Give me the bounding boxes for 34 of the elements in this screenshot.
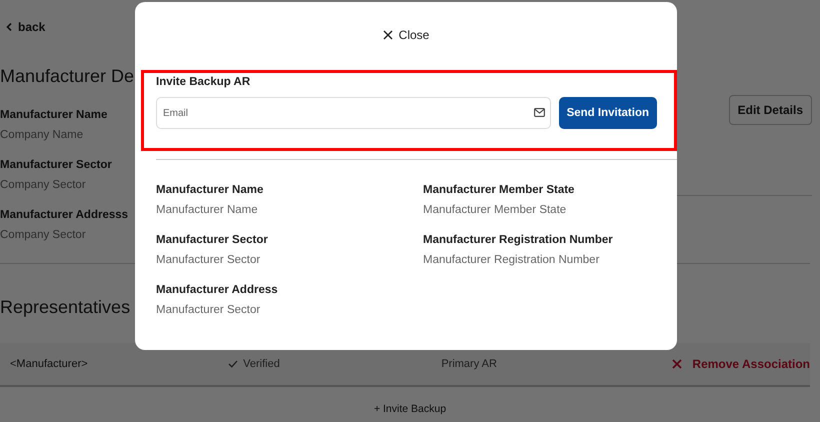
field-value: Company Name [0,129,84,141]
detail-label: Manufacturer Address [156,284,279,296]
page-title: Manufacturer De [0,66,134,87]
invite-backup-link[interactable]: + Invite Backup [374,403,446,415]
detail-value: Manufacturer Registration Number [423,254,600,266]
detail-label: Manufacturer Member State [423,184,576,196]
field-value: Company Sector [0,229,87,241]
close-button[interactable]: Close [382,27,430,43]
field-label: Manufacturer Addresss [0,209,130,221]
representative-name: <Manufacturer> [9,358,89,370]
back-link[interactable]: back [6,20,46,34]
send-invitation-button[interactable]: Send Invitation [558,97,657,129]
field-label: Manufacturer Sector [0,159,113,171]
invite-title: Invite Backup AR [156,76,250,88]
detail-value: Manufacturer Member State [423,204,568,216]
detail-label: Manufacturer Name [156,184,264,196]
role-text: Primary AR [441,358,498,370]
edit-details-button[interactable]: Edit Details [728,95,812,125]
field-value: Company Sector [0,179,87,191]
check-icon [228,360,238,368]
status-text: Verified [243,358,280,370]
detail-value: Manufacturer Sector [156,254,262,266]
mail-icon [534,108,545,117]
chevron-left-icon [6,23,12,31]
remove-association-link[interactable]: Remove Association [672,357,810,371]
detail-label: Manufacturer Sector [156,234,269,246]
detail-value: Manufacturer Sector [156,304,262,316]
email-field[interactable]: Email [156,97,551,129]
detail-label: Manufacturer Registration Number [423,234,614,246]
close-icon [382,30,393,40]
detail-value: Manufacturer Name [156,204,259,216]
field-label: Manufacturer Name [0,109,108,121]
section-title: Representatives [0,297,130,318]
x-icon [672,359,682,369]
